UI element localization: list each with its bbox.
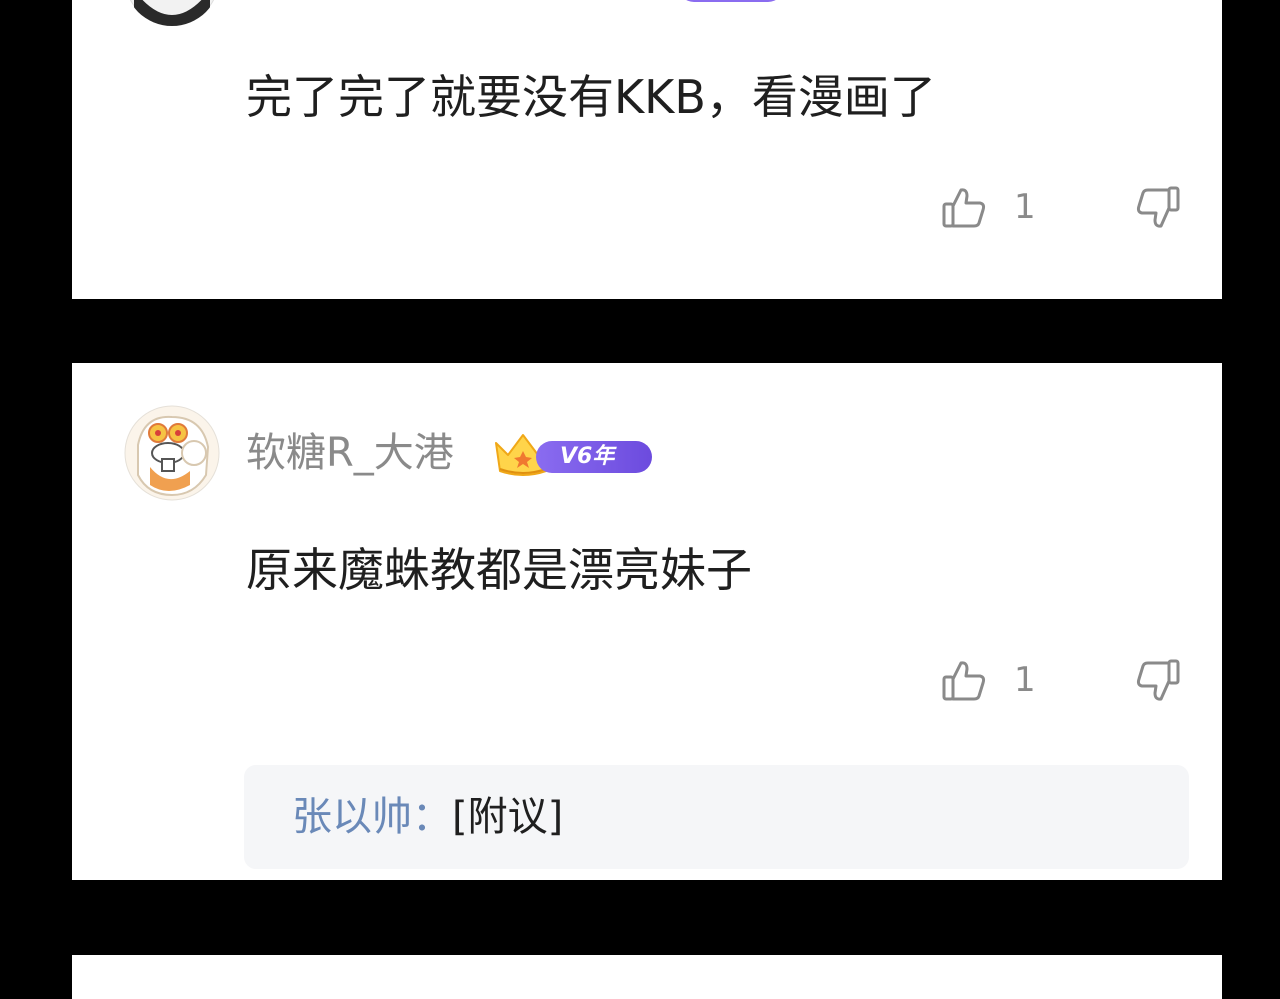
reply-preview[interactable]: 张以帅：[附议] [244, 765, 1189, 869]
comment-text: 完了完了就要没有KKB，看漫画了 [246, 70, 936, 124]
thumbs-up-icon [940, 184, 988, 232]
like-button[interactable]: 1 [940, 184, 1060, 234]
vip-level-label: V6年 [536, 441, 652, 473]
comment-card [72, 955, 1222, 999]
reply-text: [附议] [452, 794, 564, 840]
comment-actions: 1 [940, 657, 1190, 707]
thumbs-down-icon [1134, 659, 1182, 709]
vip-badge: V6年 [492, 434, 657, 477]
avatar[interactable] [124, 405, 220, 501]
comment-text: 原来魔蛛教都是漂亮妹子 [246, 543, 752, 597]
thumbs-down-icon [1134, 186, 1182, 236]
like-count: 1 [1014, 187, 1036, 227]
dislike-button[interactable] [1134, 184, 1184, 234]
vip-badge [678, 0, 798, 10]
like-count: 1 [1014, 660, 1036, 700]
username[interactable]: 软糖R_大港 [246, 433, 454, 473]
comment-card: 软糖R_大港 V6年 原来魔蛛教都是漂亮妹子 1 张以帅：[附议] [72, 363, 1222, 880]
avatar[interactable] [124, 0, 220, 26]
reply-separator: ： [412, 794, 452, 840]
reply-line: 张以帅：[附议] [292, 797, 563, 837]
comment-card: 完了完了就要没有KKB，看漫画了 1 [72, 0, 1222, 299]
comment-actions: 1 [940, 184, 1190, 234]
reply-username[interactable]: 张以帅 [292, 794, 412, 840]
dislike-button[interactable] [1134, 657, 1184, 707]
thumbs-up-icon [940, 657, 988, 705]
like-button[interactable]: 1 [940, 657, 1060, 707]
